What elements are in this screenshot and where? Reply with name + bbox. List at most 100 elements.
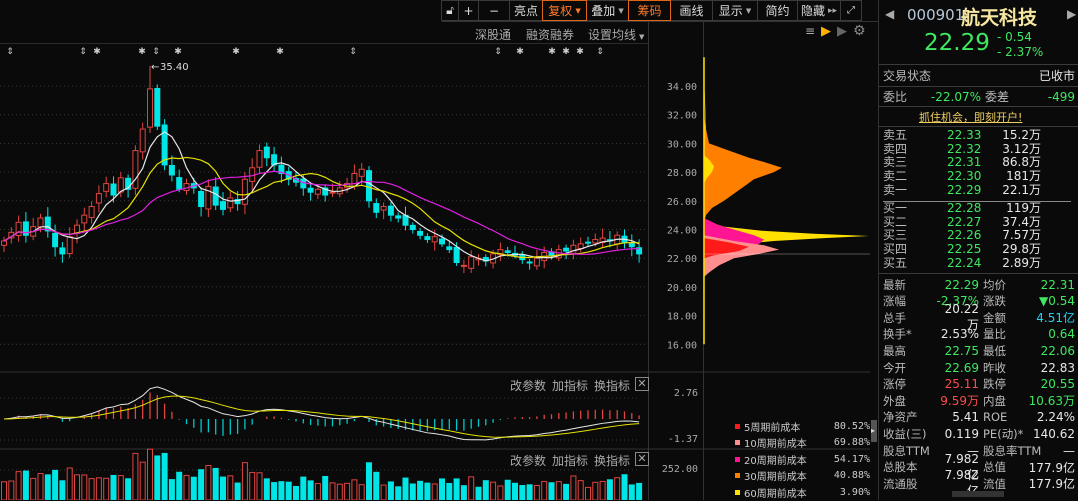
macd-swap-indicator[interactable]: 换指标 — [594, 377, 630, 394]
macd-edit-params[interactable]: 改参数 — [510, 377, 546, 394]
volume-close-button[interactable]: ✕ — [635, 452, 649, 466]
stat-label: 总值 — [983, 460, 1006, 475]
volume-bar — [88, 478, 95, 500]
level-volume: 22.1万 — [1002, 182, 1041, 197]
volume-bar — [555, 481, 562, 500]
prev-stock-arrow-icon[interactable]: ◀ — [885, 7, 894, 21]
volume-bar — [621, 474, 628, 500]
volume-bar — [15, 471, 22, 500]
toolbar-overlay-button[interactable]: 叠加 ▼ — [586, 0, 629, 21]
ask-row[interactable]: 卖四 22.32 3.12万 — [883, 141, 1073, 157]
set-ma-dropdown[interactable]: 设置均线 ▼ — [588, 26, 644, 43]
chart-toolbar: 🔓︎ + − 亮点 复权 ▼ 叠加 ▼ 筹码 画线 显示 ▼ 简约 隐藏 ▸▸ ⤢ — [441, 0, 878, 22]
volume-bar — [205, 465, 212, 500]
ask-row[interactable]: 卖五 22.33 15.2万 — [883, 128, 1073, 143]
volume-bar — [161, 452, 168, 500]
margin-trading-link[interactable]: 融资融券 — [526, 26, 574, 43]
volume-bar — [132, 452, 139, 500]
candle-down — [366, 170, 372, 202]
volume-bar — [256, 472, 263, 500]
event-marker-icon: ✱ — [562, 47, 570, 57]
next-stock-arrow-icon[interactable]: ▶ — [1067, 7, 1076, 21]
toolbar-draw-button[interactable]: 画线 — [670, 0, 713, 21]
bid-row[interactable]: 买五 22.24 2.89万 — [883, 256, 1073, 271]
bid-row[interactable]: 买四 22.25 29.8万 — [883, 242, 1073, 257]
ask-row[interactable]: 卖三 22.31 86.8万 — [883, 156, 1073, 170]
weicha-value: -499 — [1047, 89, 1075, 104]
stat-label: 收益(三) — [883, 426, 927, 441]
volume-bar — [220, 476, 226, 500]
volume-swap-indicator[interactable]: 换指标 — [594, 452, 630, 469]
stat-label: 净资产 — [883, 410, 918, 425]
candle-down — [585, 241, 591, 244]
bid-row[interactable]: 买一 22.28 119万 — [883, 201, 1073, 216]
macd-close-button[interactable]: ✕ — [635, 377, 649, 391]
event-marker-icon: ✱ — [174, 47, 182, 57]
stat-label: ROE — [983, 410, 1008, 425]
stat-label: 换手* — [883, 327, 912, 342]
price-tick-label: 34.00 — [667, 82, 697, 93]
chip-legend-item: 10周期前成本 69.88% — [735, 435, 870, 452]
candle-up — [533, 257, 540, 267]
volume-bar — [278, 481, 285, 500]
open-account-link[interactable]: 抓住机会，即刻开户! — [919, 109, 1022, 125]
level-volume: 29.8万 — [1002, 242, 1041, 257]
volume-bar — [628, 484, 635, 500]
ask-row[interactable]: 卖二 22.30 181万 — [883, 169, 1073, 184]
stat-row: 最新 22.29 均价 22.31 — [883, 276, 1075, 293]
toolbar-display-button[interactable]: 显示 ▼ — [712, 0, 758, 21]
chip-bars-icon[interactable]: ≡ — [805, 24, 815, 38]
volume-bar — [22, 470, 29, 500]
volume-bar — [606, 479, 613, 500]
toolbar-simple-button[interactable]: 简约 — [757, 0, 798, 21]
stat-label: 最高 — [883, 343, 906, 358]
panel-scroll-handle[interactable] — [952, 491, 1004, 497]
stat-row: 今开 22.69 昨收 22.83 — [883, 359, 1075, 376]
stat-label: 总股本 — [883, 460, 918, 475]
zoom-in-button[interactable]: + — [458, 0, 479, 21]
level-label: 卖五 — [883, 128, 908, 142]
volume-bar — [125, 478, 132, 500]
candle-up — [66, 236, 73, 255]
price-tick-label: 22.00 — [667, 254, 697, 265]
collapse-panel-handle[interactable]: ▸ — [871, 420, 877, 442]
lock-button[interactable]: 🔓︎ — [441, 0, 459, 21]
volume-bar — [526, 484, 533, 500]
toolbar-hide-button[interactable]: 隐藏 ▸▸ — [797, 0, 841, 21]
ask-row[interactable]: 卖一 22.29 22.1万 — [883, 182, 1073, 198]
level-price: 22.29 — [947, 182, 982, 197]
stat-row: 总股本 7.982亿 总值 177.9亿 — [883, 452, 1075, 482]
chip-legend-item: 60周期前成本 3.90% — [735, 484, 870, 501]
stat-row: 总手 20.22万 金额 4.51亿 — [883, 302, 1075, 332]
volume-bar — [592, 481, 599, 500]
volume-bar — [329, 482, 336, 500]
bid-row[interactable]: 买三 22.26 7.57万 — [883, 229, 1073, 243]
candle-down — [439, 238, 445, 245]
legend-pct: 3.90% — [839, 486, 870, 498]
volume-edit-params[interactable]: 改参数 — [510, 452, 546, 469]
chip-play-icon[interactable]: ▶ — [821, 24, 831, 39]
fullscreen-button[interactable]: ⤢ — [840, 0, 862, 21]
ma20-line — [3, 170, 640, 255]
toolbar-chips-button[interactable]: 筹码 — [628, 0, 671, 21]
chip-settings-gear-icon[interactable]: ⚙ — [853, 23, 866, 39]
event-marker-icon: ⇕ — [494, 47, 502, 57]
event-marker-icon: ✱ — [138, 47, 146, 57]
volume-bar — [563, 483, 570, 500]
event-marker-icon: ✱ — [516, 47, 524, 57]
toolbar-highlight-button[interactable]: 亮点 — [509, 0, 543, 21]
candle-down — [198, 190, 205, 208]
bid-row[interactable]: 买二 22.27 37.4万 — [883, 215, 1073, 230]
chip-next-icon[interactable]: ▶ — [837, 24, 847, 39]
level-label: 卖四 — [883, 141, 908, 156]
volume-add-indicator[interactable]: 加指标 — [552, 452, 588, 469]
zoom-out-button[interactable]: − — [478, 0, 510, 21]
stat-value: 140.62 — [1033, 426, 1075, 441]
shenguton-link[interactable]: 深股通 — [475, 26, 511, 43]
toolbar-adjust-button[interactable]: 复权 ▼ — [542, 0, 587, 21]
stat-row: 最高 22.75 最低 22.06 — [883, 342, 1075, 359]
stat-row: 涨幅 -2.37% 涨跌 ▼0.54 — [883, 293, 1075, 310]
volume-bar — [8, 480, 15, 500]
stat-value: ▼0.54 — [1039, 294, 1075, 309]
macd-add-indicator[interactable]: 加指标 — [552, 377, 588, 394]
